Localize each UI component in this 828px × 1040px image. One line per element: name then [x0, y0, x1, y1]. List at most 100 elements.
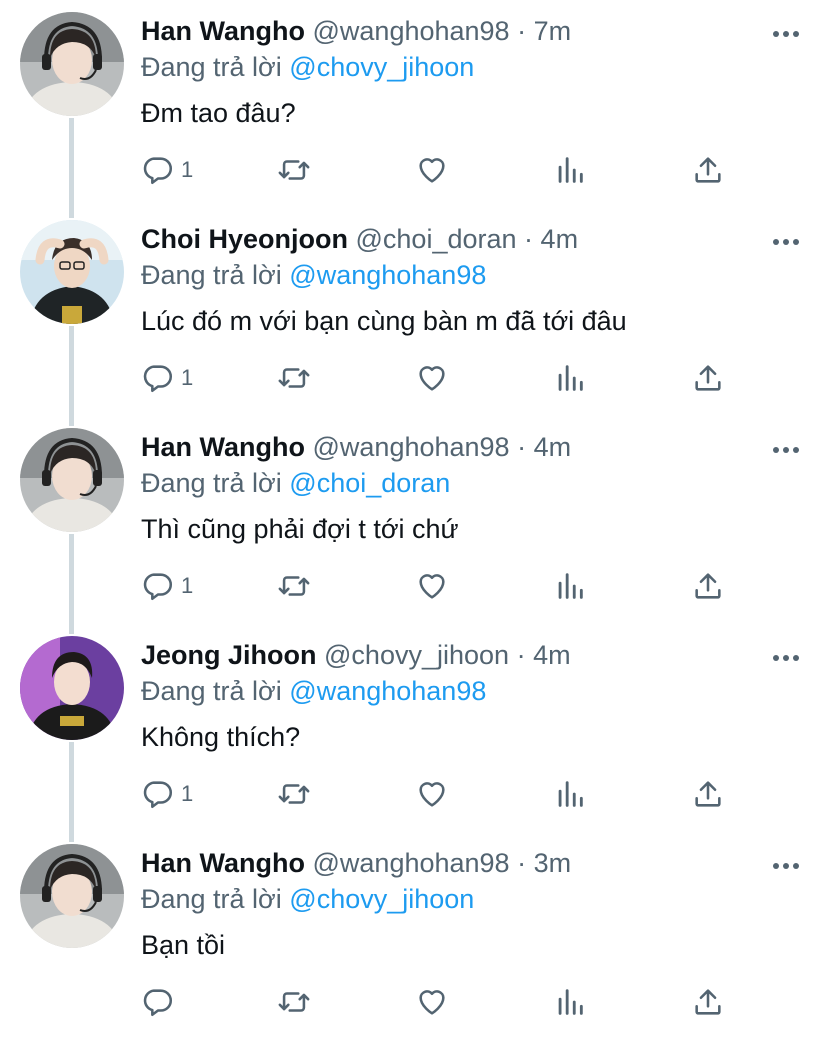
tweet[interactable]: Han Wangho @wanghohan98 · 7m Đang trả lờ…: [0, 0, 828, 212]
stats-icon: [558, 365, 583, 391]
stats-icon: [558, 989, 583, 1015]
share-button[interactable]: [691, 774, 725, 814]
replying-mention[interactable]: @wanghohan98: [289, 260, 486, 290]
author-handle[interactable]: @wanghohan98: [313, 16, 510, 46]
tweet-time[interactable]: 7m: [534, 16, 572, 46]
tweet-header: Han Wangho @wanghohan98 · 7m: [141, 14, 571, 48]
separator-dot: ·: [517, 848, 527, 878]
thread-line: [69, 326, 74, 420]
like-icon: [419, 990, 445, 1015]
reply-button[interactable]: 1: [141, 566, 193, 606]
tweet[interactable]: Han Wangho @wanghohan98 · 4m Đang trả lờ…: [0, 416, 828, 628]
tweet-actions: 1: [141, 150, 741, 190]
avatar[interactable]: [20, 844, 124, 948]
like-button[interactable]: [415, 358, 449, 398]
like-button[interactable]: [415, 150, 449, 190]
like-icon: [419, 782, 445, 807]
tweet-time[interactable]: 3m: [534, 848, 572, 878]
separator-dot: ·: [517, 432, 527, 462]
like-icon: [419, 158, 445, 183]
tweet-time[interactable]: 4m: [541, 224, 579, 254]
replying-mention[interactable]: @choi_doran: [289, 468, 450, 498]
tweet-header: Han Wangho @wanghohan98 · 3m: [141, 846, 571, 880]
retweet-button[interactable]: [277, 566, 311, 606]
more-icon[interactable]: [772, 26, 800, 37]
retweet-button[interactable]: [277, 774, 311, 814]
tweet-time[interactable]: 4m: [534, 432, 572, 462]
more-icon[interactable]: [772, 858, 800, 869]
stats-button[interactable]: [553, 566, 587, 606]
share-icon: [695, 781, 721, 807]
author-handle[interactable]: @wanghohan98: [313, 848, 510, 878]
avatar[interactable]: [20, 12, 124, 116]
replying-prefix: Đang trả lời: [141, 884, 282, 914]
tweet[interactable]: Choi Hyeonjoon @choi_doran · 4m Đang trả…: [0, 208, 828, 420]
stats-button[interactable]: [553, 358, 587, 398]
share-button[interactable]: [691, 982, 725, 1022]
share-icon: [695, 365, 721, 391]
tweet[interactable]: Jeong Jihoon @chovy_jihoon · 4m Đang trả…: [0, 624, 828, 836]
replying-prefix: Đang trả lời: [141, 52, 282, 82]
avatar[interactable]: [20, 220, 124, 324]
replying-to: Đang trả lời @chovy_jihoon: [141, 50, 474, 84]
separator-dot: ·: [517, 16, 527, 46]
author-name[interactable]: Choi Hyeonjoon: [141, 224, 348, 254]
retweet-icon: [278, 368, 310, 388]
author-name[interactable]: Han Wangho: [141, 848, 305, 878]
like-button[interactable]: [415, 566, 449, 606]
tweet-actions: 1: [141, 774, 741, 814]
retweet-icon: [278, 160, 310, 180]
author-name[interactable]: Han Wangho: [141, 16, 305, 46]
replying-to: Đang trả lời @wanghohan98: [141, 674, 486, 708]
reply-button[interactable]: [141, 982, 181, 1022]
more-icon[interactable]: [772, 650, 800, 661]
retweet-icon: [278, 784, 310, 804]
avatar[interactable]: [20, 428, 124, 532]
author-handle[interactable]: @choi_doran: [356, 224, 517, 254]
thread-line: [69, 624, 74, 634]
retweet-button[interactable]: [277, 150, 311, 190]
avatar[interactable]: [20, 636, 124, 740]
replying-mention[interactable]: @wanghohan98: [289, 676, 486, 706]
tweet-text: Lúc đó m với bạn cùng bàn m đã tới đâu: [141, 306, 627, 336]
thread-line: [69, 208, 74, 218]
retweet-icon: [278, 992, 310, 1012]
reply-button[interactable]: 1: [141, 150, 193, 190]
like-icon: [419, 574, 445, 599]
share-button[interactable]: [691, 150, 725, 190]
like-button[interactable]: [415, 774, 449, 814]
stats-button[interactable]: [553, 150, 587, 190]
tweet-time[interactable]: 4m: [533, 640, 571, 670]
more-icon[interactable]: [772, 442, 800, 453]
replying-mention[interactable]: @chovy_jihoon: [289, 884, 474, 914]
share-button[interactable]: [691, 358, 725, 398]
retweet-button[interactable]: [277, 358, 311, 398]
author-handle[interactable]: @wanghohan98: [313, 432, 510, 462]
author-handle[interactable]: @chovy_jihoon: [324, 640, 509, 670]
tweet[interactable]: Han Wangho @wanghohan98 · 3m Đang trả lờ…: [0, 832, 828, 1040]
thread-line: [69, 832, 74, 842]
reply-count: 1: [181, 573, 194, 598]
retweet-button[interactable]: [277, 982, 311, 1022]
thread-line: [69, 416, 74, 426]
author-name[interactable]: Han Wangho: [141, 432, 305, 462]
stats-button[interactable]: [553, 982, 587, 1022]
author-name[interactable]: Jeong Jihoon: [141, 640, 317, 670]
stats-button[interactable]: [553, 774, 587, 814]
tweet-text: Đm tao đâu?: [141, 98, 296, 128]
share-button[interactable]: [691, 566, 725, 606]
replying-prefix: Đang trả lời: [141, 676, 282, 706]
reply-button[interactable]: 1: [141, 774, 193, 814]
replying-mention[interactable]: @chovy_jihoon: [289, 52, 474, 82]
thread-line: [69, 118, 74, 212]
replying-to: Đang trả lời @chovy_jihoon: [141, 882, 474, 916]
reply-count: 1: [181, 157, 194, 182]
stats-icon: [558, 157, 583, 183]
separator-dot: ·: [524, 224, 534, 254]
replying-prefix: Đang trả lời: [141, 468, 282, 498]
like-button[interactable]: [415, 982, 449, 1022]
thread-line: [69, 742, 74, 836]
more-icon[interactable]: [772, 234, 800, 245]
reply-button[interactable]: 1: [141, 358, 193, 398]
stats-icon: [558, 781, 583, 807]
